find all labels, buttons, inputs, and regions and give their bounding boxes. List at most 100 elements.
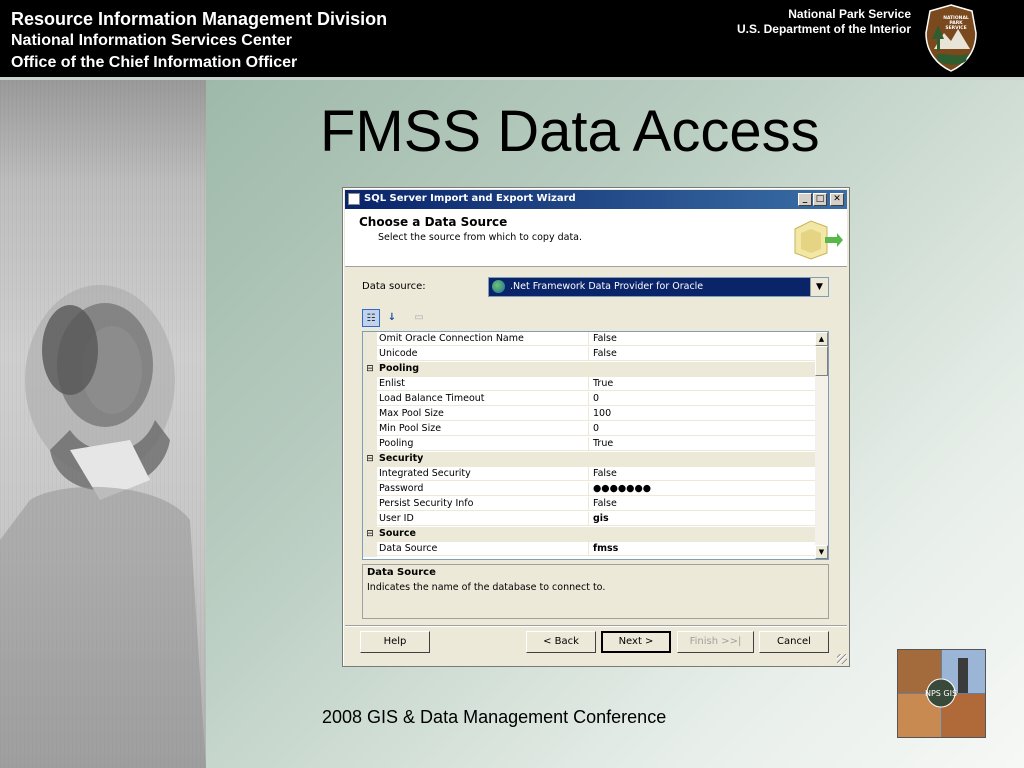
dialog-title-text: SQL Server Import and Export Wizard [364, 193, 576, 204]
wizard-page-heading: Choose a Data Source [359, 215, 508, 229]
property-name[interactable]: Load Balance Timeout [377, 392, 589, 406]
property-description-panel: Data Source Indicates the name of the da… [362, 564, 829, 619]
portrait-photo [0, 80, 206, 768]
property-category-row[interactable]: ⊟ Source [363, 527, 815, 542]
property-name[interactable]: Enlist [377, 377, 589, 391]
property-gutter [363, 497, 377, 512]
conference-footer: 2008 GIS & Data Management Conference [322, 707, 667, 727]
categorized-view-icon[interactable]: ☷ [362, 309, 380, 327]
data-source-label: Data source: [362, 281, 426, 292]
property-row[interactable]: Data Source fmss [363, 542, 815, 557]
property-row[interactable]: Pooling True [363, 437, 815, 452]
property-name[interactable]: Max Pool Size [377, 407, 589, 421]
property-name[interactable]: Unicode [377, 347, 589, 361]
button-separator [345, 625, 847, 627]
collapse-icon[interactable]: ⊟ [363, 362, 377, 377]
globe-icon [492, 280, 505, 293]
property-name[interactable]: Persist Security Info [377, 497, 589, 511]
chevron-down-icon[interactable]: ▼ [810, 278, 828, 296]
property-row[interactable]: Enlist True [363, 377, 815, 392]
wizard-header-banner: Choose a Data Source Select the source f… [345, 209, 847, 267]
minimize-button[interactable]: _ [798, 193, 812, 206]
property-gutter [363, 482, 377, 497]
header-department: U.S. Department of the Interior [736, 22, 911, 36]
header-bar: Resource Information Management Division… [0, 0, 1024, 77]
property-pages-icon[interactable]: ▭ [410, 309, 428, 327]
property-name[interactable]: User ID [377, 512, 589, 526]
property-value[interactable]: 100 [589, 407, 815, 421]
wizard-database-icon [794, 220, 843, 260]
property-gutter [363, 392, 377, 407]
property-value[interactable]: True [589, 437, 815, 451]
cancel-button[interactable]: Cancel [759, 631, 829, 653]
property-gutter [363, 512, 377, 527]
nps-arrowhead-logo: NATIONAL PARK SERVICE [925, 4, 977, 72]
property-value[interactable]: False [589, 467, 815, 481]
property-category-name: Pooling [379, 363, 420, 374]
property-name[interactable]: Data Source [377, 542, 589, 556]
import-export-wizard-dialog: SQL Server Import and Export Wizard _ □ … [342, 187, 850, 667]
header-agency-block: National Park Service U.S. Department of… [737, 7, 911, 37]
property-value[interactable]: 0 [589, 392, 815, 406]
property-value[interactable]: gis [589, 512, 815, 526]
nps-gis-logo: NPS GIS [897, 649, 986, 738]
data-source-value: .Net Framework Data Provider for Oracle [510, 281, 704, 292]
property-name[interactable]: Min Pool Size [377, 422, 589, 436]
wizard-page-subheading: Select the source from which to copy dat… [378, 232, 583, 243]
finish-button[interactable]: Finish >>| [677, 631, 754, 653]
property-row[interactable]: User ID gis [363, 512, 815, 527]
close-button[interactable]: ✕ [830, 193, 844, 206]
property-name[interactable]: Password [377, 482, 589, 496]
header-center: National Information Services Center [11, 32, 292, 49]
property-gutter [363, 422, 377, 437]
header-office: Office of the Chief Information Officer [11, 54, 298, 71]
collapse-icon[interactable]: ⊟ [363, 452, 377, 467]
property-row[interactable]: Integrated Security False [363, 467, 815, 482]
property-description-title: Data Source [367, 567, 436, 578]
sort-alphabetical-icon[interactable]: ↓ [383, 309, 401, 327]
help-button[interactable]: Help [360, 631, 430, 653]
property-row[interactable]: Password ●●●●●●● [363, 482, 815, 497]
property-grid[interactable]: Omit Oracle Connection Name False Unicode F… [362, 331, 829, 560]
scroll-down-arrow-icon[interactable]: ▼ [815, 545, 828, 559]
property-gutter [363, 542, 377, 557]
property-gutter [363, 332, 377, 347]
header-agency: National Park Service [788, 7, 911, 21]
maximize-button[interactable]: □ [813, 193, 827, 206]
property-category-name: Security [379, 453, 424, 464]
property-value[interactable]: 0 [589, 422, 815, 436]
scrollbar-thumb[interactable] [815, 346, 828, 376]
property-gutter [363, 377, 377, 392]
property-value[interactable]: fmss [589, 542, 815, 556]
back-button[interactable]: < Back [526, 631, 596, 653]
property-row[interactable]: Unicode False [363, 347, 815, 362]
property-description-text: Indicates the name of the database to co… [367, 582, 606, 593]
property-row[interactable]: Omit Oracle Connection Name False [363, 332, 815, 347]
property-category-name: Source [379, 528, 416, 539]
property-name[interactable]: Omit Oracle Connection Name [377, 332, 589, 346]
property-row[interactable]: Load Balance Timeout 0 [363, 392, 815, 407]
header-division: Resource Information Management Division [11, 9, 388, 29]
dialog-title-bar[interactable]: SQL Server Import and Export Wizard _ □ … [345, 190, 847, 209]
next-button[interactable]: Next > [601, 631, 671, 653]
app-icon [348, 193, 360, 205]
property-row[interactable]: Persist Security Info False [363, 497, 815, 512]
scroll-up-arrow-icon[interactable]: ▲ [815, 332, 828, 346]
data-source-dropdown[interactable]: .Net Framework Data Provider for Oracle … [488, 277, 829, 297]
collapse-icon[interactable]: ⊟ [363, 527, 377, 542]
property-value[interactable]: False [589, 347, 815, 361]
resize-grip-icon[interactable] [837, 654, 847, 664]
property-value[interactable]: ●●●●●●● [589, 482, 815, 496]
property-row[interactable]: Min Pool Size 0 [363, 422, 815, 437]
property-category-row[interactable]: ⊟ Pooling [363, 362, 815, 377]
property-value[interactable]: True [589, 377, 815, 391]
property-category-row[interactable]: ⊟ Security [363, 452, 815, 467]
logo-text-service: SERVICE [945, 25, 966, 31]
property-value[interactable]: False [589, 497, 815, 511]
property-name[interactable]: Integrated Security [377, 467, 589, 481]
property-row[interactable]: Max Pool Size 100 [363, 407, 815, 422]
property-gutter [363, 437, 377, 452]
property-grid-scrollbar[interactable]: ▲ ▼ [815, 332, 828, 559]
property-name[interactable]: Pooling [377, 437, 589, 451]
property-value[interactable]: False [589, 332, 815, 346]
